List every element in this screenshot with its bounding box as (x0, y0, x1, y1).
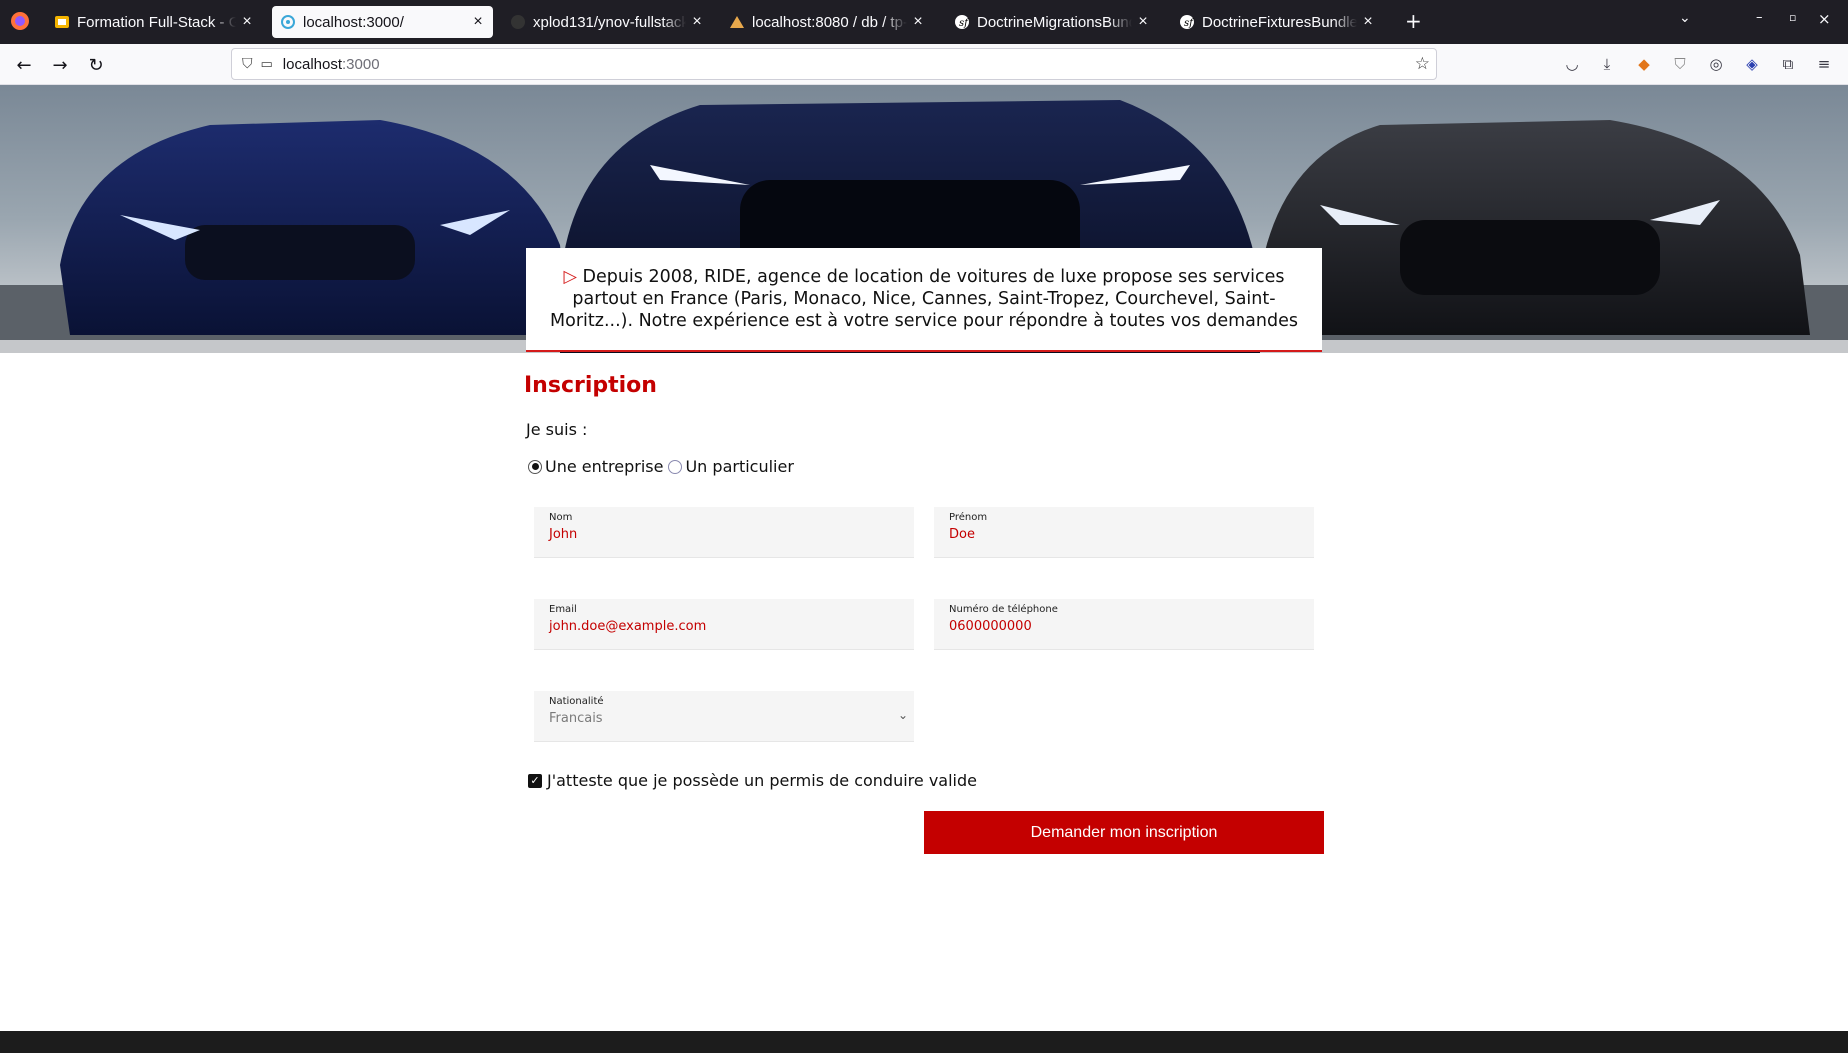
nom-field[interactable]: Nom John (534, 507, 914, 558)
tab-github[interactable]: xplod131/ynov-fullstack- × (502, 6, 712, 38)
extension-circle-icon[interactable]: ◎ (1706, 54, 1726, 74)
close-icon[interactable]: × (1136, 13, 1150, 31)
tab-title: DoctrineMigrationsBund (977, 13, 1132, 31)
close-icon[interactable]: × (690, 13, 704, 31)
metamask-icon[interactable]: ◆ (1634, 54, 1654, 74)
page-icon[interactable]: ▭ (261, 57, 273, 72)
pocket-icon[interactable]: ◡ (1562, 54, 1582, 74)
bookmark-star-icon[interactable]: ☆ (1415, 54, 1430, 74)
tab-doctrine-migrations[interactable]: sf DoctrineMigrationsBund × (946, 6, 1158, 38)
reload-icon[interactable]: ↻ (83, 52, 109, 78)
github-icon (510, 14, 526, 30)
close-window-icon[interactable]: × (1818, 10, 1831, 28)
browser-tab-bar: Formation Full-Stack - Go × localhost:30… (0, 0, 1848, 44)
permis-checkbox[interactable]: ✓ (528, 773, 542, 788)
tab-localhost-3000[interactable]: localhost:3000/ × (272, 6, 493, 38)
close-icon[interactable]: × (1361, 13, 1375, 31)
new-tab-icon[interactable]: + (1405, 9, 1422, 33)
extension-blue-icon[interactable]: ◈ (1742, 54, 1762, 74)
adminer-icon (729, 14, 745, 30)
symfony-icon: sf (954, 14, 970, 30)
tab-doctrine-fixtures[interactable]: sf DoctrineFixturesBundle D × (1171, 6, 1383, 38)
tab-list-chevron-icon[interactable]: ⌄ (1679, 10, 1691, 26)
tab-title: localhost:3000/ (303, 13, 404, 31)
page-title: Inscription (524, 373, 657, 398)
browser-nav-bar: ← → ↻ ⛉ ▭ localhost:3000 ☆ ◡ ⤓ ◆ ⛉ ◎ ◈ ⧉… (0, 44, 1848, 85)
tab-title: xplod131/ynov-fullstack- (533, 13, 686, 31)
nom-label: Nom (549, 512, 573, 523)
url-port: :3000 (342, 55, 380, 73)
address-bar[interactable]: ⛉ ▭ localhost:3000 ☆ (231, 48, 1437, 80)
hero-text: Depuis 2008, RIDE, agence de location de… (550, 267, 1298, 331)
je-suis-label: Je suis : (526, 420, 588, 439)
email-label: Email (549, 604, 577, 615)
chevron-down-icon: ⌄ (897, 708, 908, 722)
phone-label: Numéro de téléphone (949, 604, 1058, 615)
tab-formation[interactable]: Formation Full-Stack - Go × (46, 6, 262, 38)
permis-label[interactable]: J'atteste que je possède un permis de co… (547, 771, 977, 790)
symfony-icon: sf (1179, 14, 1195, 30)
shield-icon[interactable]: ⛉ (242, 56, 253, 72)
submit-button[interactable]: Demander mon inscription (924, 811, 1324, 854)
radio-entreprise[interactable] (528, 459, 542, 474)
radio-particulier[interactable] (668, 459, 683, 474)
prenom-value: Doe (949, 527, 975, 542)
close-icon[interactable]: × (471, 13, 485, 31)
downloads-icon[interactable]: ⤓ (1597, 54, 1617, 74)
prenom-label: Prénom (949, 512, 988, 523)
email-field[interactable]: Email john.doe@example.com (534, 599, 914, 650)
phone-field[interactable]: Numéro de téléphone 0600000000 (934, 599, 1314, 650)
nationalite-label: Nationalité (549, 696, 604, 707)
shield-extension-icon[interactable]: ⛉ (1670, 54, 1690, 74)
hero-description-text: ▷ Depuis 2008, RIDE, agence de location … (534, 266, 1314, 332)
tab-title: DoctrineFixturesBundle D (1202, 13, 1357, 31)
firefox-icon[interactable] (10, 11, 30, 36)
menu-icon[interactable]: ≡ (1814, 54, 1834, 74)
prenom-field[interactable]: Prénom Doe (934, 507, 1314, 558)
phone-value: 0600000000 (949, 619, 1032, 634)
restore-icon[interactable]: ▫ (1789, 11, 1796, 24)
radio-entreprise-label[interactable]: Une entreprise (545, 457, 663, 476)
tab-title: Formation Full-Stack - Go (77, 13, 236, 31)
registration-section: Inscription Je suis : Une entreprise Un … (0, 353, 1848, 1031)
url-host: localhost (282, 55, 342, 73)
page-footer (0, 1031, 1848, 1053)
nationalite-select[interactable]: Nationalité Francais ⌄ (534, 691, 914, 742)
back-icon[interactable]: ← (11, 52, 37, 78)
tab-title: localhost:8080 / db / tp-a (752, 13, 907, 31)
email-value: john.doe@example.com (549, 619, 707, 634)
extensions-puzzle-icon[interactable]: ⧉ (1778, 54, 1798, 74)
nom-value: John (549, 527, 578, 542)
react-icon (280, 14, 296, 30)
play-arrow-icon: ▷ (563, 267, 577, 287)
close-icon[interactable]: × (240, 13, 254, 31)
google-slides-icon (54, 14, 70, 30)
permis-checkbox-row: ✓ J'atteste que je possède un permis de … (528, 771, 977, 790)
forward-icon[interactable]: → (47, 52, 73, 78)
radio-particulier-label[interactable]: Un particulier (685, 457, 793, 476)
hero-description: ▷ Depuis 2008, RIDE, agence de location … (526, 248, 1322, 352)
close-icon[interactable]: × (911, 13, 925, 31)
minimize-icon[interactable]: – (1756, 10, 1763, 25)
tab-adminer[interactable]: localhost:8080 / db / tp-a × (721, 6, 933, 38)
account-type-radio-group: Une entreprise Un particulier (528, 457, 794, 476)
nationalite-value: Francais (549, 711, 603, 726)
